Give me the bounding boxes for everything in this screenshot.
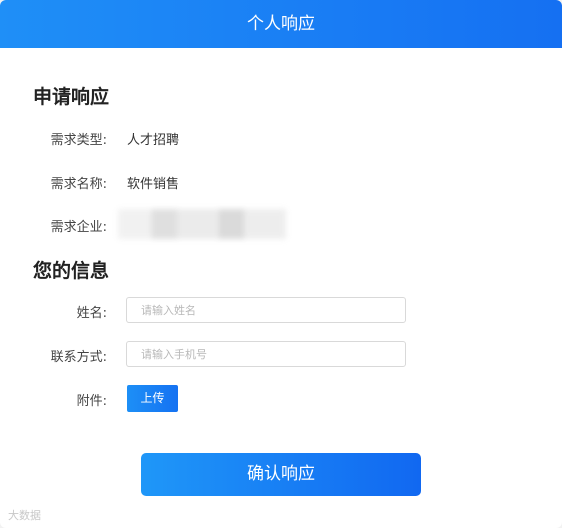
dialog-title: 个人响应 xyxy=(0,0,562,48)
section-title-request: 申请响应 xyxy=(33,86,110,108)
phone-input[interactable] xyxy=(126,341,406,367)
demand-name-value: 软件销售 xyxy=(127,177,180,192)
demand-name-label: 需求名称: xyxy=(50,177,107,192)
demand-company-value-blurred xyxy=(118,209,286,239)
contact-label: 联系方式: xyxy=(50,350,107,365)
demand-type-value: 人才招聘 xyxy=(127,133,180,148)
confirm-response-button[interactable]: 确认响应 xyxy=(141,453,421,496)
demand-company-label: 需求企业: xyxy=(50,220,107,235)
section-title-info: 您的信息 xyxy=(33,260,110,282)
attachment-label: 附件: xyxy=(76,394,107,409)
response-dialog: 个人响应 申请响应 需求类型: 人才招聘 需求名称: 软件销售 需求企业: 您的… xyxy=(0,0,562,528)
upload-button[interactable]: 上传 xyxy=(127,385,178,412)
watermark-text: 大数据 xyxy=(8,509,41,522)
name-label: 姓名: xyxy=(76,306,107,321)
demand-type-label: 需求类型: xyxy=(50,133,107,148)
name-input[interactable] xyxy=(126,297,406,323)
